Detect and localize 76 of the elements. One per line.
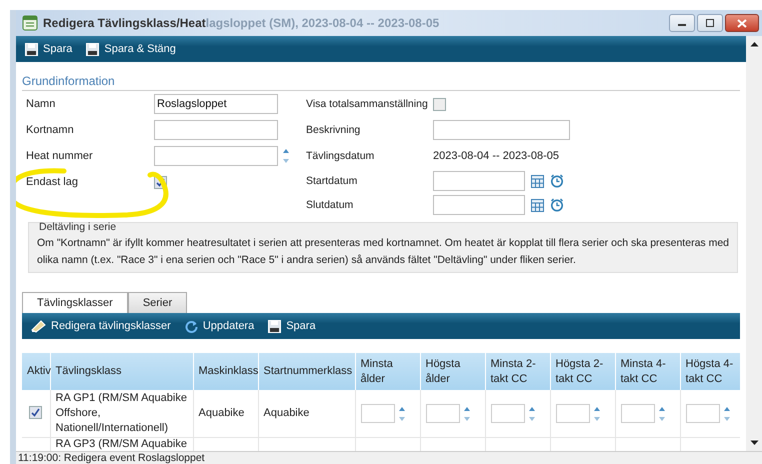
- field-label: Visa totalsammanställning: [306, 98, 429, 110]
- number-field[interactable]: [490, 404, 524, 423]
- panel-legend: Deltävling i serie: [39, 221, 116, 233]
- calendar-icon[interactable]: [531, 198, 544, 212]
- window-title: Redigera Tävlingsklass/Heat: [43, 16, 206, 30]
- info-text: Om "Kortnamn" är ifyllt kommer heatresultatet i serien att presenteras med kortnamnet. Om heatet är kopplat till flera serier och ska presenteras med olika namn (t.ex. "Race 3" i ena serien och "Race 5" i andra serien) så används fältet "Deltävling" under fliken serier.: [37, 236, 729, 268]
- number-field[interactable]: [360, 404, 394, 423]
- toolbar-button[interactable]: Spara: [265, 318, 319, 334]
- spinner-arrows-icon[interactable]: [398, 404, 406, 422]
- spinner-arrows-icon[interactable]: [282, 147, 290, 165]
- number-field[interactable]: [154, 146, 278, 166]
- number-field[interactable]: [556, 404, 590, 423]
- column-header[interactable]: Högsta 4-takt CC: [680, 353, 740, 390]
- field-label: Heat nummer: [26, 150, 94, 162]
- table-cell: RA GP1 (RM/SM Aquabike Offshore, Nationell/Internationell): [56, 392, 187, 434]
- spinner-arrows-icon[interactable]: [658, 404, 666, 422]
- scroll-up-icon[interactable]: [750, 41, 758, 47]
- section-title: Grundinformation: [22, 74, 740, 91]
- checkbox[interactable]: [433, 98, 446, 110]
- date-field[interactable]: [433, 195, 525, 215]
- save-icon: [268, 320, 282, 332]
- number-field[interactable]: [620, 404, 654, 423]
- tab[interactable]: Serier: [128, 292, 188, 313]
- number-field[interactable]: [426, 404, 460, 423]
- status-text: 11:19:00: Redigera event Roslagsloppet: [18, 452, 205, 464]
- save-icon: [25, 42, 38, 56]
- minimize-button[interactable]: [669, 14, 695, 32]
- toolbar-button[interactable]: Spara & Stäng: [83, 40, 179, 58]
- toolbar-button[interactable]: Redigera tävlingsklasser: [28, 318, 174, 334]
- table-cell: Aquabike: [198, 407, 244, 419]
- text-field[interactable]: [433, 120, 570, 140]
- field-label: Beskrivning: [306, 124, 362, 136]
- field-label: Tävlingsdatum: [306, 150, 376, 162]
- column-header[interactable]: Minsta 2-takt CC: [485, 353, 550, 390]
- clock-icon[interactable]: [550, 198, 564, 212]
- refresh-icon: [184, 320, 198, 332]
- number-field[interactable]: [686, 404, 720, 423]
- checkbox[interactable]: [29, 406, 42, 418]
- field-value: 2023-08-04 -- 2023-08-05: [433, 150, 559, 162]
- field-label: Startdatum: [306, 175, 358, 187]
- clock-icon[interactable]: [550, 174, 564, 188]
- field-label: Endast lag: [26, 176, 79, 188]
- spinner-arrows-icon[interactable]: [722, 404, 730, 422]
- spinner-arrows-icon[interactable]: [462, 404, 470, 422]
- text-field[interactable]: Roslagsloppet: [154, 94, 278, 114]
- tab[interactable]: Tävlingsklasser: [22, 292, 128, 313]
- column-header[interactable]: Maskinklass: [193, 353, 258, 390]
- toolbar-button[interactable]: Uppdatera: [182, 318, 258, 334]
- field-label: Namn: [26, 98, 56, 110]
- field-label: Kortnamn: [26, 124, 75, 136]
- toolbar-button[interactable]: Spara: [22, 40, 76, 58]
- column-header[interactable]: Högsta ålder: [420, 353, 485, 390]
- column-header[interactable]: Aktiv: [22, 353, 50, 390]
- calendar-icon[interactable]: [531, 174, 544, 188]
- close-icon: [737, 18, 747, 28]
- table-cell: RA GP3 (RM/SM Aquabike: [56, 438, 187, 450]
- save-icon: [86, 42, 100, 56]
- form-icon: [22, 15, 38, 31]
- column-header[interactable]: Minsta ålder: [355, 353, 420, 390]
- scroll-down-icon[interactable]: [750, 440, 758, 446]
- spinner-arrows-icon[interactable]: [592, 404, 600, 422]
- spinner-arrows-icon[interactable]: [528, 404, 536, 422]
- date-field[interactable]: [433, 171, 525, 191]
- table-cell: Aquabike: [264, 407, 310, 419]
- column-header[interactable]: Startnummerklass: [258, 353, 355, 390]
- window-subtitle: lagsloppet (SM), 2023-08-04 -- 2023-08-05: [206, 16, 440, 30]
- close-button[interactable]: [725, 14, 759, 32]
- scrollbar[interactable]: [746, 36, 762, 451]
- field-label: Slutdatum: [306, 199, 354, 211]
- column-header[interactable]: Högsta 2-takt CC: [550, 353, 615, 390]
- maximize-icon: [705, 19, 715, 27]
- maximize-button[interactable]: [697, 14, 723, 32]
- column-header[interactable]: Minsta 4-takt CC: [615, 353, 680, 390]
- text-field[interactable]: [154, 120, 278, 140]
- pencil-icon: [31, 320, 46, 332]
- column-header[interactable]: Tävlingsklass: [50, 353, 193, 390]
